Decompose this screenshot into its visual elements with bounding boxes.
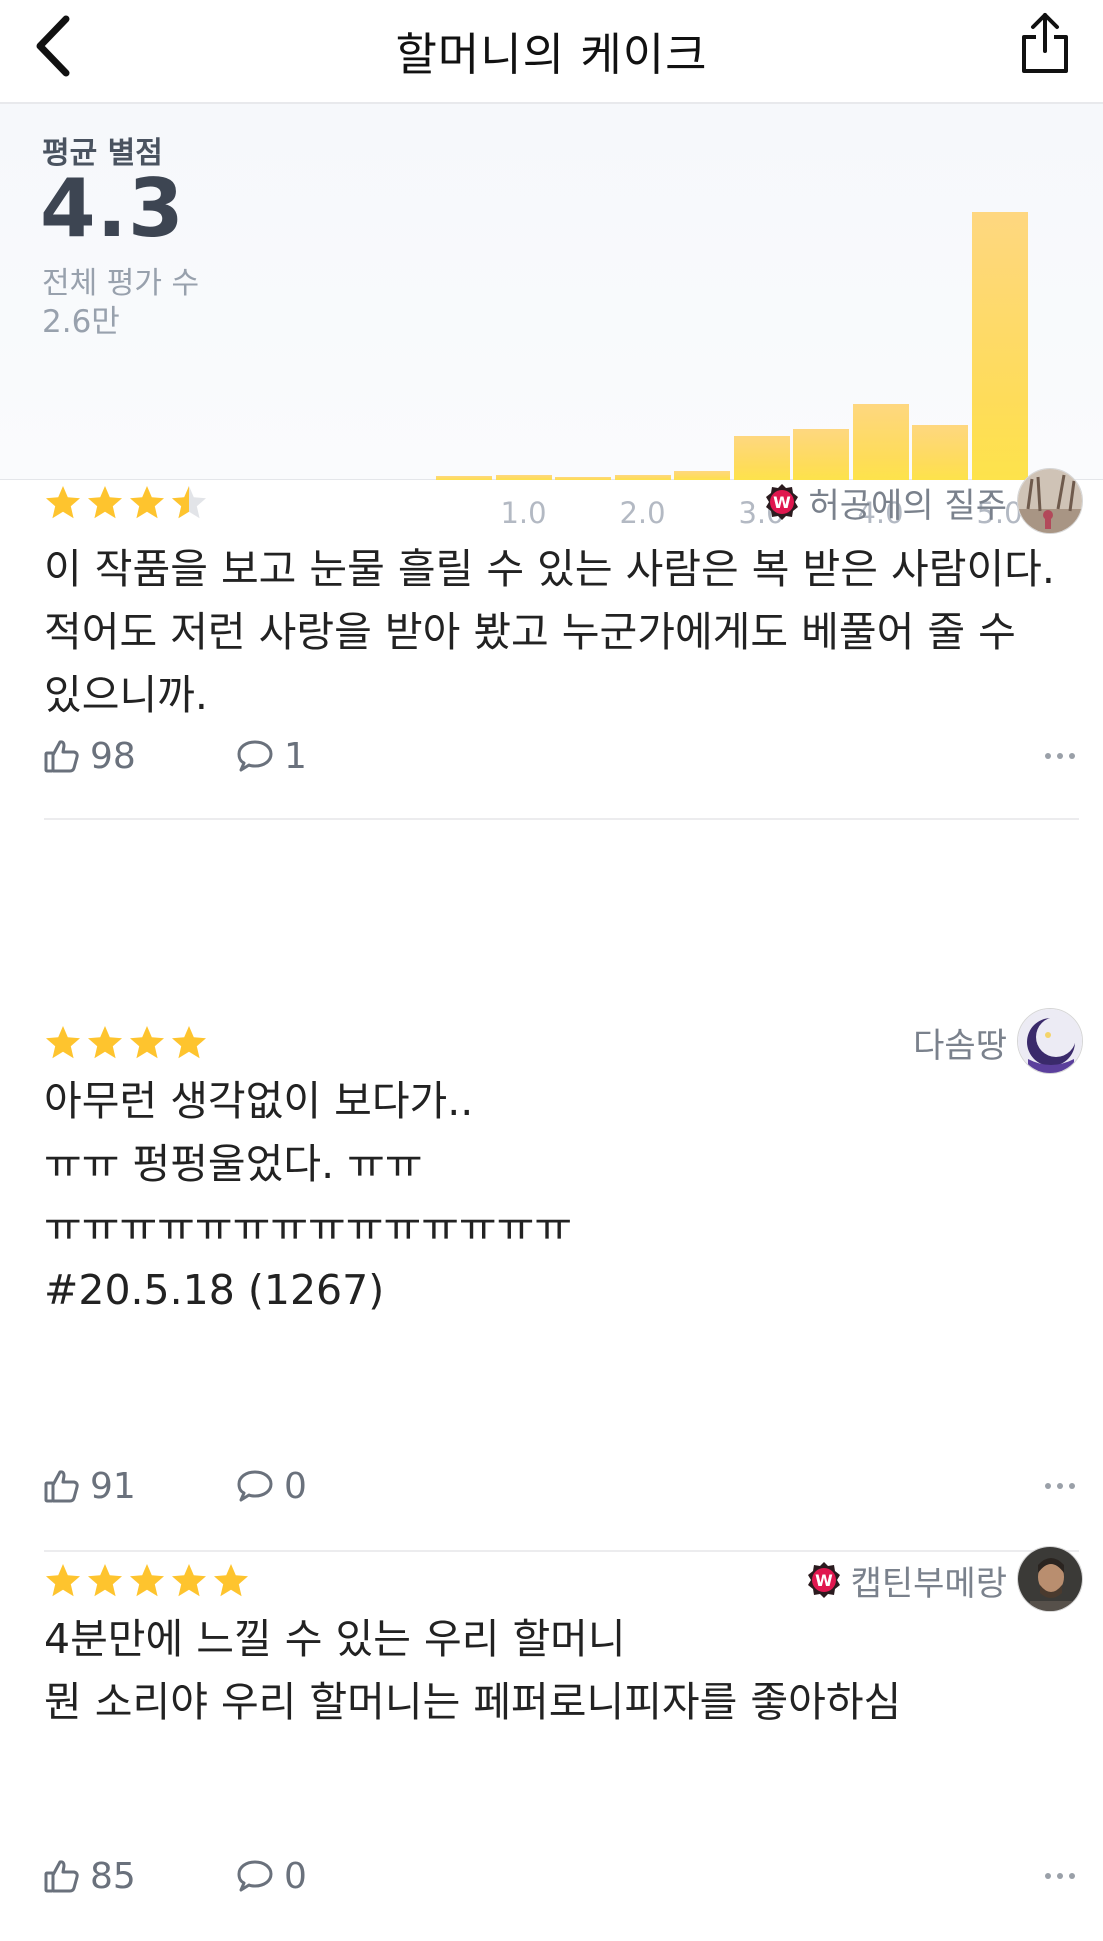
star-icon <box>130 486 164 519</box>
more-dots-icon <box>1045 1483 1051 1489</box>
review-text[interactable]: 이 작품을 보고 눈물 흘릴 수 있는 사람은 복 받은 사람이다. 적어도 저… <box>44 538 1084 727</box>
axis-tick-label: 2.0 <box>619 496 666 530</box>
more-dot <box>1069 1483 1075 1489</box>
page-title: 할머니의 케이크 <box>395 28 708 81</box>
review-text[interactable]: 4분만에 느낄 수 있는 우리 할머니 뭔 소리야 우리 할머니는 페퍼로니피자… <box>44 1608 1084 1734</box>
like-count: 98 <box>90 735 136 777</box>
review-user[interactable]: W 캡틴부메랑 <box>805 1548 1007 1612</box>
histogram-bar-2.5 <box>674 470 730 480</box>
comment-icon <box>237 740 273 772</box>
top-nav-bar: 할머니의 케이크 <box>0 0 1103 104</box>
comment-count: 0 <box>284 1465 307 1507</box>
more-dot <box>1057 1873 1063 1879</box>
histogram-bar-4.0 <box>852 403 909 480</box>
review-rating-stars <box>44 1024 208 1062</box>
average-rating-value: 4.3 <box>40 162 185 255</box>
review-user-avatar[interactable] <box>1017 1546 1083 1612</box>
avatar-moon-icon <box>1018 1009 1082 1073</box>
comment-icon <box>237 1470 273 1502</box>
like-button[interactable]: 98 <box>44 736 236 777</box>
review-user[interactable]: W 허공에의 질주 <box>763 470 1008 534</box>
comment-button[interactable]: 0 <box>236 1466 307 1507</box>
like-button[interactable]: 91 <box>44 1466 236 1507</box>
star-icon <box>46 1026 80 1059</box>
like-count: 85 <box>90 1855 136 1897</box>
review-user-name[interactable]: 캡틴부메랑 <box>851 1556 1007 1605</box>
review-actions: 98 1 <box>44 726 1079 786</box>
review-user-avatar[interactable] <box>1017 468 1083 534</box>
avatar-portrait-icon <box>1018 1547 1082 1611</box>
thumbs-up-icon <box>44 740 79 773</box>
w-badge-icon: W <box>765 484 798 520</box>
review-divider <box>44 818 1079 820</box>
like-count: 91 <box>90 1465 136 1507</box>
svg-text:W: W <box>773 493 791 512</box>
more-dot <box>1057 753 1063 759</box>
more-options-button[interactable] <box>1041 733 1079 779</box>
star-icon <box>130 1564 164 1597</box>
star-icon <box>88 1564 122 1597</box>
star-icon <box>46 1564 80 1597</box>
thumbs-up-icon <box>44 1470 79 1503</box>
review-user-avatar[interactable] <box>1017 1008 1083 1074</box>
comment-count: 0 <box>284 1855 307 1897</box>
review-actions: 91 0 <box>44 1456 1079 1516</box>
comment-button[interactable]: 0 <box>236 1856 307 1897</box>
star-icon <box>130 1026 164 1059</box>
review-rating-stars <box>44 1562 250 1600</box>
rating-count-value: 2.6만 <box>42 304 120 340</box>
more-options-button[interactable] <box>1041 1853 1079 1899</box>
axis-tick-label: 1.0 <box>500 496 547 530</box>
review-rating-stars <box>44 484 208 522</box>
star-icon <box>172 1564 206 1597</box>
review-user-name[interactable]: 다솜땅 <box>913 1018 1007 1067</box>
comment-icon <box>237 1860 273 1892</box>
like-button[interactable]: 85 <box>44 1856 236 1897</box>
more-dots-icon <box>1045 753 1051 759</box>
review-text[interactable]: 아무런 생각없이 보다가.. ㅠㅠ 펑펑울었다. ㅠㅠ ㅠㅠㅠㅠㅠㅠㅠㅠㅠㅠㅠㅠ… <box>44 1070 1084 1322</box>
star-icon <box>88 486 122 519</box>
rating-histogram <box>436 104 1030 480</box>
review-user[interactable]: 다솜땅 <box>913 1010 1007 1074</box>
star-icon <box>172 486 206 519</box>
comment-count: 1 <box>284 735 307 777</box>
star-icon <box>46 486 80 519</box>
more-dots-icon <box>1045 1873 1051 1879</box>
star-icon <box>88 1026 122 1059</box>
more-dot <box>1069 1873 1075 1879</box>
svg-text:W: W <box>815 1571 833 1590</box>
review-actions: 85 0 <box>44 1846 1079 1906</box>
share-icon <box>1022 13 1068 73</box>
more-dot <box>1057 1483 1063 1489</box>
star-icon <box>172 1026 206 1059</box>
star-icon <box>214 1564 248 1597</box>
comment-button[interactable]: 1 <box>236 736 307 777</box>
w-badge-icon: W <box>807 1562 840 1598</box>
share-button[interactable] <box>1015 8 1075 78</box>
avatar-photo-icon <box>1018 469 1082 533</box>
thumbs-up-icon <box>44 1860 79 1893</box>
more-options-button[interactable] <box>1041 1463 1079 1509</box>
histogram-bar-5.0 <box>971 212 1028 480</box>
review-user-name[interactable]: 허공에의 질주 <box>809 478 1008 527</box>
more-dot <box>1069 753 1075 759</box>
rating-summary: 평균 별점 4.3 전체 평가 수 2.6만 <box>0 104 1103 480</box>
